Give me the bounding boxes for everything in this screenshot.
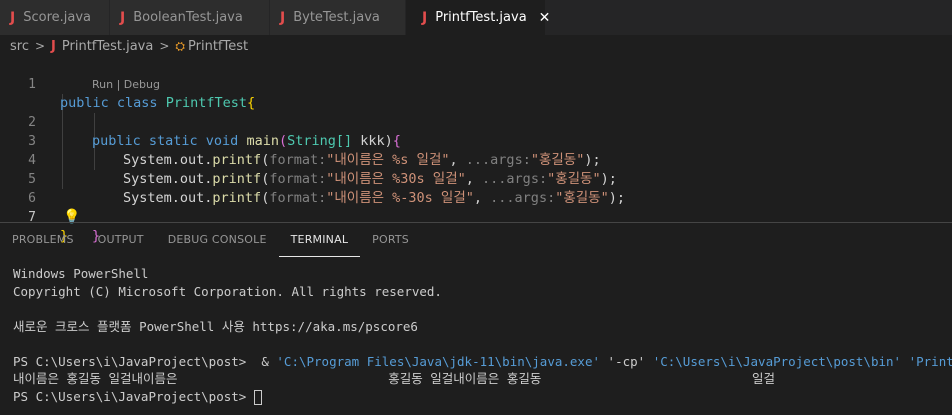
prompt: PS C:\Users\i\JavaProject\post> [13,388,254,404]
tab-label: Score.java [23,10,91,25]
java-file-icon: J [422,9,428,26]
cmd-classpath: 'C:\Users\i\JavaProject\post\bin' [652,353,902,369]
breadcrumb-symbol[interactable]: PrintfTest [188,39,248,54]
code-line-4: 4 System.out.printf(format:"내이름은 %30s 일걸… [0,132,952,187]
tab-terminal[interactable]: TERMINAL [278,223,361,257]
tab-ports[interactable]: PORTS [360,223,421,257]
terminal-line: Windows PowerShell [13,266,149,281]
breadcrumb: src > J PrintfTest.java > ⛭ PrintfTest [0,35,952,57]
tab-booleantest-java[interactable]: J BooleanTest.java [110,0,270,35]
code-line-5: 5 System.out.printf(format:"내이름은 %-30s 일… [0,151,952,206]
java-file-icon: J [120,9,126,26]
tab-label: PrintfTest.java [435,10,527,25]
java-file-icon: J [10,9,16,26]
cmd-space [901,354,909,369]
code-line-1: 1 public class PrintfTest{ [0,56,952,111]
editor-tab-bar: J Score.java J BooleanTest.java J ByteTe… [0,0,952,35]
codelens-run-debug[interactable]: Run | Debug [92,75,160,94]
program-output: 내이름은 홍길동 일걸내이름은 홍길동 일걸내이름은 홍길동 일걸 [13,371,776,386]
terminal-command-line: PS C:\Users\i\JavaProject\post> & 'C:\Pr… [13,353,952,371]
java-file-icon: J [51,38,56,54]
tab-label: BooleanTest.java [133,10,243,25]
cmd-class: 'PrintfTest' [908,353,952,369]
tab-label: ByteTest.java [293,10,380,25]
line-number: 1 [28,77,36,92]
code-editor[interactable]: 1 public class PrintfTest{ Run | Debug 2… [0,56,952,244]
tab-printftest-java[interactable]: J PrintfTest.java ✕ [406,0,550,35]
chevron-right-icon: > [34,39,46,53]
code-line-6: 6 💡 } [0,170,952,244]
tab-score-java[interactable]: J Score.java [0,0,110,35]
code-line-2: 2 public static void main(String[] kkk){ [0,94,952,149]
cmd-java-path: 'C:\Program Files\Java\jdk-11\bin\java.e… [276,353,601,369]
prompt: PS C:\Users\i\JavaProject\post> [13,353,254,369]
breadcrumb-file[interactable]: PrintfTest.java [62,39,153,54]
terminal-prompt-line: PS C:\Users\i\JavaProject\post> [13,388,952,406]
breadcrumb-folder[interactable]: src [10,39,29,54]
tab-output[interactable]: OUTPUT [86,223,156,257]
terminal-cursor[interactable] [253,389,262,405]
class-symbol-icon: ⛭ [175,38,186,53]
terminal-line: Copyright (C) Microsoft Corporation. All… [13,283,442,299]
tab-bytetest-java[interactable]: J ByteTest.java [270,0,406,35]
terminal-output[interactable]: Windows PowerShell Copyright (C) Microso… [13,265,952,405]
tab-problems[interactable]: PROBLEMS [0,223,86,257]
tab-debug-console[interactable]: DEBUG CONSOLE [156,223,279,257]
cmd-operator: & [253,353,277,369]
code-line-7: 7 } [0,189,952,244]
chevron-right-icon: > [159,39,170,53]
terminal-line: 새로운 크로스 플랫폼 PowerShell 사용 https://aka.ms… [13,318,418,334]
java-file-icon: J [280,9,286,26]
panel-tab-bar: PROBLEMS OUTPUT DEBUG CONSOLE TERMINAL P… [0,223,952,257]
close-icon[interactable]: ✕ [539,10,551,26]
code-line-3: 3 System.out.printf(format:"내이름은 %s 일걸",… [0,113,952,168]
cmd-flag: '-cp' [600,353,653,369]
